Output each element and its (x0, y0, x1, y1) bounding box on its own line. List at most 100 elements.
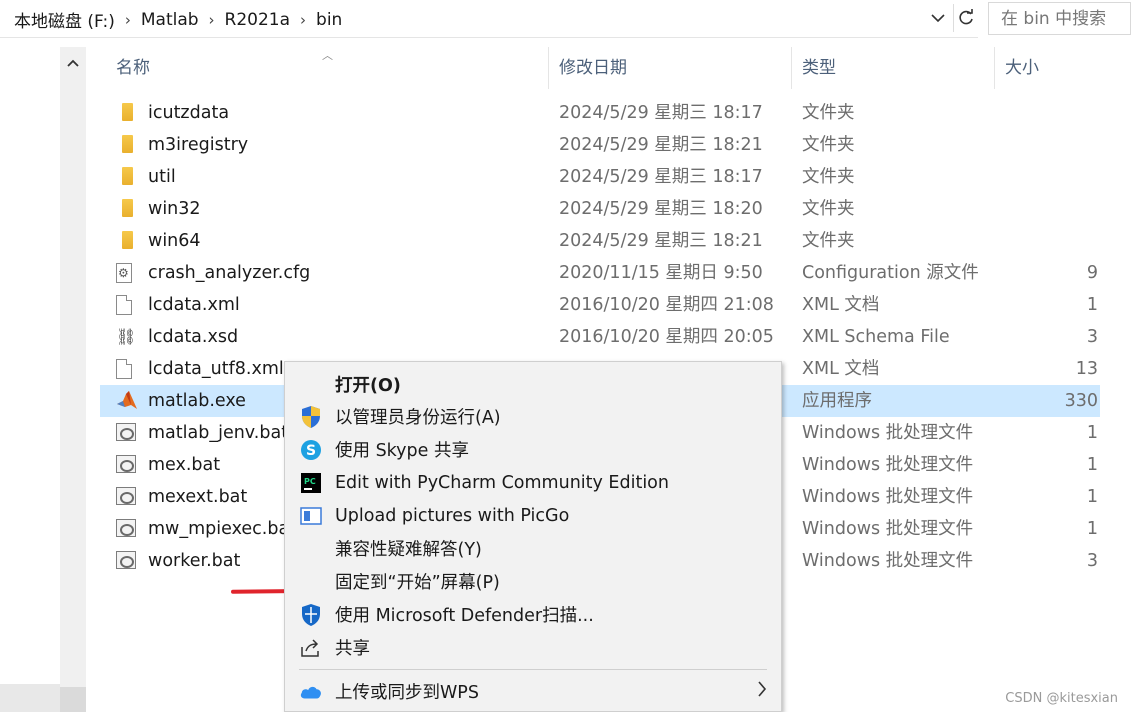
file-row[interactable]: crash_analyzer.cfg 2020/11/15 星期日 9:50 Con… (100, 257, 1100, 289)
breadcrumb: 本地磁盘 (F:) › Matlab › R2021a › bin (10, 7, 346, 33)
file-size: 1 (1086, 455, 1098, 475)
menu-separator (299, 669, 767, 670)
batch-file-icon (116, 455, 140, 475)
file-date: 2024/5/29 星期三 18:21 (559, 135, 763, 155)
column-header-name[interactable]: 名称 (106, 47, 549, 89)
share-icon (299, 636, 323, 660)
file-type: 应用程序 (802, 391, 872, 411)
menu-item-label: 使用 Skype 共享 (335, 441, 469, 461)
navigation-pane-scroll-area (0, 684, 60, 712)
file-type: 文件夹 (802, 231, 855, 251)
file-size (1008, 129, 1100, 161)
file-type: 文件夹 (802, 167, 855, 187)
file-row[interactable]: m3iregistry 2024/5/29 星期三 18:21 文件夹 (100, 129, 1100, 161)
column-header-date[interactable]: 修改日期 (549, 47, 792, 89)
breadcrumb-r2021a[interactable]: R2021a (221, 10, 295, 30)
file-size: 1 (1086, 519, 1098, 539)
menu-item-open[interactable]: 打开(O) (285, 368, 781, 401)
document-icon (116, 295, 140, 315)
breadcrumb-drive[interactable]: 本地磁盘 (F:) (10, 7, 119, 32)
file-type: XML 文档 (802, 359, 880, 379)
scroll-up-icon[interactable] (60, 51, 86, 75)
breadcrumb-bin[interactable]: bin (312, 10, 346, 30)
scrollbar-thumb[interactable] (60, 687, 86, 712)
file-row[interactable]: win32 2024/5/29 星期三 18:20 文件夹 (100, 193, 1100, 225)
batch-file-icon (116, 487, 140, 507)
file-date: 2016/10/20 星期四 21:08 (559, 295, 774, 315)
picgo-icon (299, 504, 323, 528)
menu-item-wps-sync[interactable]: 上传或同步到WPS (285, 675, 781, 708)
file-date: 2024/5/29 星期三 18:21 (559, 231, 763, 251)
file-size (1008, 97, 1100, 129)
search-box[interactable] (988, 2, 1132, 35)
file-row[interactable]: icutzdata 2024/5/29 星期三 18:17 文件夹 (100, 97, 1100, 129)
menu-item-compatibility[interactable]: 兼容性疑难解答(Y) (285, 532, 781, 565)
file-type: Windows 批处理文件 (802, 455, 974, 475)
navigation-pane (0, 47, 60, 712)
file-size: 1 (1086, 487, 1098, 507)
chevron-down-icon[interactable] (926, 6, 950, 30)
menu-item-label: 使用 Microsoft Defender扫描... (335, 606, 594, 626)
menu-item-picgo[interactable]: Upload pictures with PicGo (285, 499, 781, 532)
navigation-scrollbar[interactable] (60, 47, 86, 712)
folder-icon (116, 103, 140, 123)
svg-text:PC: PC (304, 477, 316, 486)
menu-item-pin-to-start[interactable]: 固定到“开始”屏幕(P) (285, 565, 781, 598)
menu-item-label: 兼容性疑难解答(Y) (335, 540, 482, 560)
file-size: 13 (1075, 359, 1098, 379)
document-icon (116, 359, 140, 379)
file-size (1008, 193, 1100, 225)
file-row[interactable]: lcdata.xml 2016/10/20 星期四 21:08 XML 文档 1 (100, 289, 1100, 321)
address-bar-area: 本地磁盘 (F:) › Matlab › R2021a › bin (0, 0, 1132, 38)
file-type: 文件夹 (802, 103, 855, 123)
folder-icon (116, 167, 140, 187)
menu-item-label: Edit with PyCharm Community Edition (335, 472, 669, 493)
file-type: XML 文档 (802, 295, 880, 315)
file-date: 2024/5/29 星期三 18:17 (559, 167, 763, 187)
file-row[interactable]: win64 2024/5/29 星期三 18:21 文件夹 (100, 225, 1100, 257)
defender-icon (299, 603, 323, 627)
folder-icon (116, 231, 140, 251)
file-row[interactable]: ⛓ lcdata.xsd 2016/10/20 星期四 20:05 XML Schem… (100, 321, 1100, 353)
file-size: 3 (1086, 551, 1098, 571)
matlab-icon (116, 391, 140, 411)
file-type: Windows 批处理文件 (802, 487, 974, 507)
breadcrumb-separator[interactable]: › (294, 11, 312, 29)
column-header-size[interactable]: 大小 (995, 47, 1100, 89)
menu-item-share[interactable]: 共享 (285, 631, 781, 664)
file-name: crash_analyzer.cfg (148, 263, 311, 283)
refresh-icon[interactable] (953, 4, 978, 32)
menu-item-pycharm[interactable]: PC Edit with PyCharm Community Edition (285, 466, 781, 499)
file-name: win32 (148, 199, 201, 219)
menu-item-label: 打开(O) (335, 376, 401, 396)
menu-item-skype-share[interactable]: S 使用 Skype 共享 (285, 433, 781, 466)
search-input[interactable] (999, 3, 1132, 34)
menu-item-defender-scan[interactable]: 使用 Microsoft Defender扫描... (285, 598, 781, 631)
file-size: 330 (1064, 391, 1098, 411)
pycharm-icon: PC (299, 471, 323, 495)
menu-item-label: 共享 (335, 639, 370, 659)
breadcrumb-separator[interactable]: › (203, 11, 221, 29)
file-size: 1 (1086, 295, 1098, 315)
file-type: Windows 批处理文件 (802, 423, 974, 443)
chevron-right-icon (757, 681, 767, 702)
file-name: m3iregistry (148, 135, 249, 155)
column-header-type[interactable]: 类型 (792, 47, 995, 89)
file-date: 2016/10/20 星期四 20:05 (559, 327, 774, 347)
breadcrumb-separator[interactable]: › (119, 11, 137, 29)
file-type: XML Schema File (802, 327, 950, 347)
file-name: lcdata.xml (148, 295, 240, 315)
watermark: CSDN @kitesxian (1005, 691, 1118, 706)
breadcrumb-matlab[interactable]: Matlab (137, 10, 203, 30)
wps-cloud-icon (299, 680, 323, 704)
batch-file-icon (116, 423, 140, 443)
file-type: Windows 批处理文件 (802, 519, 974, 539)
file-row[interactable]: util 2024/5/29 星期三 18:17 文件夹 (100, 161, 1100, 193)
menu-item-run-as-admin[interactable]: 以管理员身份运行(A) (285, 400, 781, 433)
config-file-icon (116, 263, 140, 283)
address-bar[interactable]: 本地磁盘 (F:) › Matlab › R2021a › bin (0, 0, 978, 38)
file-type: 文件夹 (802, 135, 855, 155)
file-size (1008, 225, 1100, 257)
file-name: util (148, 167, 176, 187)
file-name: win64 (148, 231, 201, 251)
